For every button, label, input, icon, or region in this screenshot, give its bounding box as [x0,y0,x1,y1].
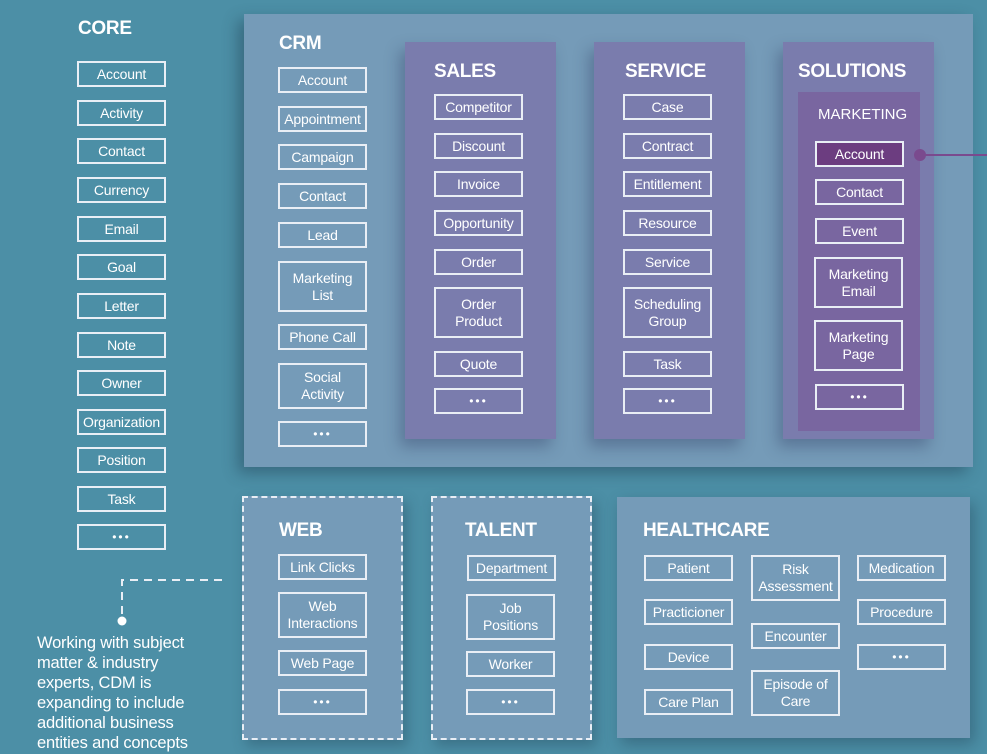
healthcare-title: HEALTHCARE [643,520,770,541]
talent-item-more[interactable]: ••• [466,689,555,715]
sales-item-competitor[interactable]: Competitor [434,94,523,120]
healthcare-item-more[interactable]: ••• [857,644,946,670]
marketing-item-event[interactable]: Event [815,218,904,244]
crm-item-account[interactable]: Account [278,67,367,93]
core-item-activity[interactable]: Activity [77,100,166,126]
healthcare-item-procedure[interactable]: Procedure [857,599,946,625]
talent-item-department[interactable]: Department [467,555,556,581]
healthcare-item-medication[interactable]: Medication [857,555,946,581]
service-item-scheduling-group[interactable]: Scheduling Group [623,287,712,338]
talent-title: TALENT [465,520,537,541]
healthcare-item-patient[interactable]: Patient [644,555,733,581]
solutions-title: SOLUTIONS [798,61,907,82]
expansion-note: Working with subject matter & industry e… [37,634,188,752]
core-item-letter[interactable]: Letter [77,293,166,319]
service-title: SERVICE [625,61,706,82]
marketing-item-contact[interactable]: Contact [815,179,904,205]
web-item-more[interactable]: ••• [278,689,367,715]
core-item-currency[interactable]: Currency [77,177,166,203]
core-item-more[interactable]: ••• [77,524,166,550]
healthcare-item-episode-of-care[interactable]: Episode of Care [751,670,840,716]
sales-item-order-product[interactable]: Order Product [434,287,523,338]
healthcare-item-risk-assessment[interactable]: Risk Assessment [751,555,840,601]
sales-item-invoice[interactable]: Invoice [434,171,523,197]
crm-item-social-activity[interactable]: Social Activity [278,363,367,409]
service-item-contract[interactable]: Contract [623,133,712,159]
crm-title: CRM [279,33,322,54]
web-title: WEB [279,520,323,541]
sales-item-more[interactable]: ••• [434,388,523,414]
crm-item-appointment[interactable]: Appointment [278,106,367,132]
service-item-case[interactable]: Case [623,94,712,120]
core-item-account[interactable]: Account [77,61,166,87]
crm-item-phone-call[interactable]: Phone Call [278,324,367,350]
marketing-title: MARKETING [818,106,908,123]
connector-line [914,149,987,161]
note-connector-dot [117,616,127,626]
service-item-more[interactable]: ••• [623,388,712,414]
marketing-item-more[interactable]: ••• [815,384,904,410]
service-item-entitlement[interactable]: Entitlement [623,171,712,197]
sales-item-order[interactable]: Order [434,249,523,275]
healthcare-item-practicioner[interactable]: Practicioner [644,599,733,625]
web-item-web-interactions[interactable]: Web Interactions [278,592,367,638]
service-item-task[interactable]: Task [623,351,712,377]
crm-item-marketing-list[interactable]: Marketing List [278,261,367,312]
service-item-resource[interactable]: Resource [623,210,712,236]
core-item-task[interactable]: Task [77,486,166,512]
sales-item-discount[interactable]: Discount [434,133,523,159]
core-item-note[interactable]: Note [77,332,166,358]
core-item-organization[interactable]: Organization [77,409,166,435]
note-connector-path [121,579,222,620]
service-item-service[interactable]: Service [623,249,712,275]
healthcare-item-care-plan[interactable]: Care Plan [644,689,733,715]
core-item-contact[interactable]: Contact [77,138,166,164]
sales-item-opportunity[interactable]: Opportunity [434,210,523,236]
core-item-owner[interactable]: Owner [77,370,166,396]
crm-item-lead[interactable]: Lead [278,222,367,248]
core-item-goal[interactable]: Goal [77,254,166,280]
talent-item-job-positions[interactable]: Job Positions [466,594,555,640]
marketing-item-marketing-email[interactable]: Marketing Email [814,257,903,308]
marketing-item-account[interactable]: Account [815,141,904,167]
crm-item-campaign[interactable]: Campaign [278,144,367,170]
healthcare-item-encounter[interactable]: Encounter [751,623,840,649]
web-item-web-page[interactable]: Web Page [278,650,367,676]
note-connector [117,579,222,626]
crm-item-more[interactable]: ••• [278,421,367,447]
sales-title: SALES [434,61,496,82]
marketing-item-marketing-page[interactable]: Marketing Page [814,320,903,371]
healthcare-item-device[interactable]: Device [644,644,733,670]
core-item-position[interactable]: Position [77,447,166,473]
core-title: CORE [78,18,132,39]
talent-item-worker[interactable]: Worker [466,651,555,677]
crm-item-contact[interactable]: Contact [278,183,367,209]
sales-item-quote[interactable]: Quote [434,351,523,377]
connector-dot [914,149,926,161]
web-item-link-clicks[interactable]: Link Clicks [278,554,367,580]
core-item-email[interactable]: Email [77,216,166,242]
